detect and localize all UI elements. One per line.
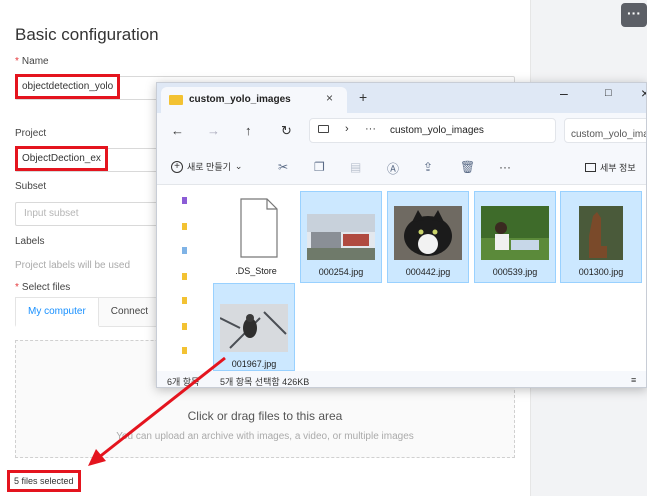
file-name: 000539.jpg xyxy=(492,267,538,277)
file-explorer-window: custom_yolo_images × + – □ × ← → ↑ ↻ › ·… xyxy=(156,82,647,388)
project-label: Project xyxy=(15,128,47,139)
navigation-pane xyxy=(157,185,193,371)
chevron-right-icon: › xyxy=(345,123,349,135)
tab-connect[interactable]: Connect xyxy=(98,297,162,327)
selection-info: 5개 항목 선택함 426KB xyxy=(220,377,310,387)
copy-icon[interactable]: ❐ xyxy=(314,160,325,174)
labels-hint: Project labels will be used xyxy=(15,260,131,271)
close-window-icon[interactable]: × xyxy=(641,85,646,101)
new-tab-icon[interactable]: + xyxy=(359,89,367,105)
back-icon[interactable]: ← xyxy=(171,123,184,138)
share-icon[interactable]: ⇪ xyxy=(423,160,433,174)
name-input[interactable]: objectdetection_yolo xyxy=(15,74,121,99)
refresh-icon[interactable]: ↻ xyxy=(281,123,292,139)
dropzone-subtitle: You can upload an archive with images, a… xyxy=(116,431,414,442)
more-options-button[interactable]: ··· xyxy=(621,3,647,27)
nav-item-icon[interactable] xyxy=(182,347,187,354)
nav-item-icon[interactable] xyxy=(182,273,187,280)
folder-icon xyxy=(169,95,183,105)
image-thumbnail xyxy=(220,304,288,352)
dropzone-title: Click or drag files to this area xyxy=(187,409,343,423)
select-files-label: * Select files xyxy=(15,282,71,293)
file-item[interactable]: 001967.jpg xyxy=(213,283,295,371)
nav-item-icon[interactable] xyxy=(182,247,187,254)
name-label: * Name xyxy=(15,56,49,67)
rename-icon[interactable]: Ⓐ xyxy=(387,160,399,177)
minimize-icon[interactable]: – xyxy=(560,85,568,101)
explorer-tab[interactable]: custom_yolo_images × xyxy=(161,87,347,113)
search-input[interactable]: custom_yolo_images 검색 xyxy=(564,118,646,143)
image-thumbnail xyxy=(579,206,623,260)
explorer-navbar: ← → ↑ ↻ › ··· custom_yolo_images custom_… xyxy=(157,113,646,149)
subset-label: Subset xyxy=(15,181,47,192)
computer-icon xyxy=(318,125,329,133)
forward-icon[interactable]: → xyxy=(207,123,220,138)
new-button[interactable]: + 새로 만들기 ⌄ xyxy=(171,160,242,173)
explorer-tab-title: custom_yolo_images xyxy=(189,94,291,105)
nav-item-icon[interactable] xyxy=(182,297,187,304)
chevron-down-icon: ⌄ xyxy=(234,161,243,171)
nav-item-icon[interactable] xyxy=(182,323,187,330)
command-bar: + 새로 만들기 ⌄ ✂ ❐ ▤ Ⓐ ⇪ 🗑 ··· 세부 정보 xyxy=(157,149,646,185)
image-thumbnail xyxy=(307,214,375,260)
up-icon[interactable]: ↑ xyxy=(245,123,252,138)
cut-icon[interactable]: ✂ xyxy=(278,160,288,174)
files-selected-count: 5 files selected xyxy=(7,470,81,492)
file-item[interactable]: .DS_Store xyxy=(215,191,297,283)
more-icon[interactable]: ··· xyxy=(499,160,511,174)
image-thumbnail xyxy=(481,206,549,260)
file-name: 000442.jpg xyxy=(405,267,451,277)
page-title: Basic configuration xyxy=(15,25,159,44)
file-list: .DS_Store 000254.jpg 000442.jpg 000539.j… xyxy=(157,185,646,371)
address-bar[interactable]: › ··· custom_yolo_images xyxy=(309,118,556,143)
document-icon xyxy=(240,198,278,258)
image-thumbnail xyxy=(394,206,462,260)
labels-label: Labels xyxy=(15,236,45,247)
new-button-label: 새로 만들기 xyxy=(187,162,231,172)
file-item[interactable]: 000442.jpg xyxy=(387,191,469,283)
delete-icon[interactable]: 🗑 xyxy=(460,160,475,174)
explorer-titlebar: custom_yolo_images × + – □ × xyxy=(157,83,646,113)
project-select[interactable]: ObjectDection_ex xyxy=(15,146,108,171)
file-name: .DS_Store xyxy=(235,266,277,276)
list-view-icon[interactable]: ≡ xyxy=(631,375,636,385)
file-name: 000254.jpg xyxy=(318,267,364,277)
file-name: 001967.jpg xyxy=(231,359,277,369)
maximize-icon[interactable]: □ xyxy=(605,87,612,99)
tab-my-computer[interactable]: My computer xyxy=(15,297,99,327)
path-ellipsis[interactable]: ··· xyxy=(365,123,376,135)
details-label: 세부 정보 xyxy=(600,163,636,173)
files-source-tabs: My computer Connect xyxy=(15,297,175,327)
nav-item-icon[interactable] xyxy=(182,223,187,230)
details-pane-icon xyxy=(585,163,596,172)
close-tab-icon[interactable]: × xyxy=(326,91,333,105)
item-count: 6개 항목 xyxy=(167,377,200,387)
details-button[interactable]: 세부 정보 xyxy=(585,161,636,174)
status-bar: 6개 항목 5개 항목 선택함 426KB ≡ xyxy=(157,371,646,387)
file-name: 001300.jpg xyxy=(578,267,624,277)
address-folder: custom_yolo_images xyxy=(390,125,484,136)
paste-icon[interactable]: ▤ xyxy=(350,160,361,174)
nav-item-icon[interactable] xyxy=(182,197,187,204)
file-item[interactable]: 000539.jpg xyxy=(474,191,556,283)
plus-icon: + xyxy=(171,160,183,173)
file-item[interactable]: 001300.jpg xyxy=(560,191,642,283)
file-item[interactable]: 000254.jpg xyxy=(300,191,382,283)
